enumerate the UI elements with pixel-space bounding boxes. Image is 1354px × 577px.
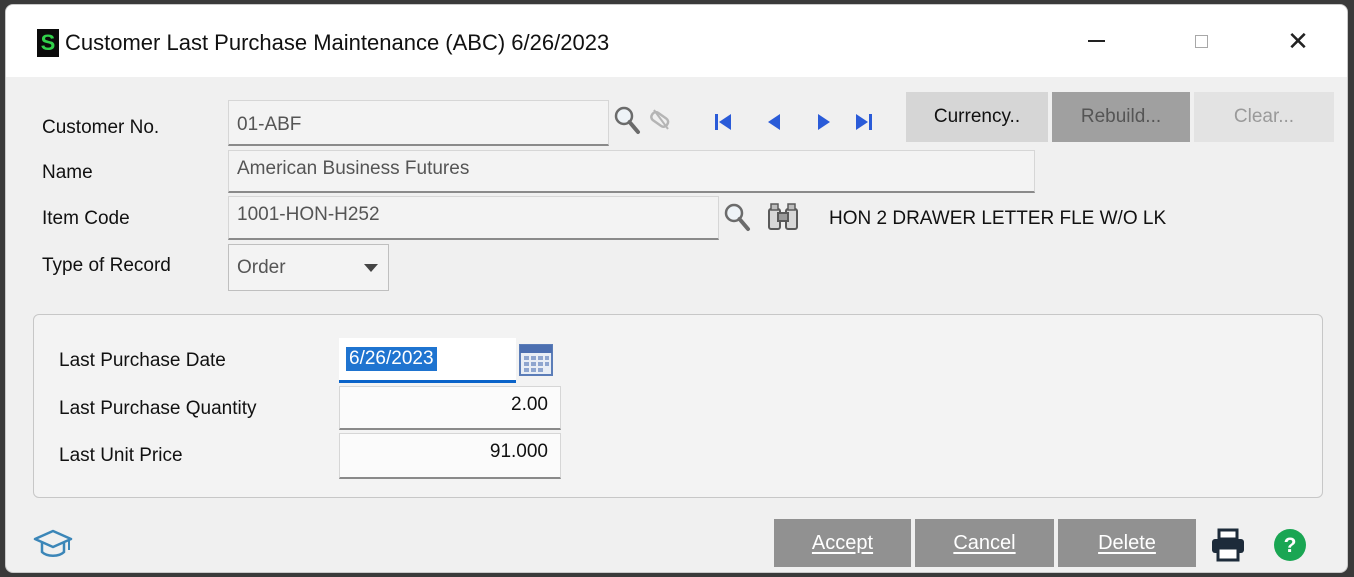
- minimize-icon: [1087, 40, 1105, 42]
- graduation-cap-icon[interactable]: [33, 528, 73, 560]
- customer-name-field: American Business Futures: [228, 150, 1035, 193]
- last-purchase-quantity-label: Last Purchase Quantity: [59, 398, 257, 419]
- last-purchase-date-label: Last Purchase Date: [59, 350, 226, 371]
- item-code-field[interactable]: 1001-HON-H252: [228, 196, 719, 240]
- maximize-button[interactable]: [1171, 19, 1231, 63]
- previous-record-icon[interactable]: [764, 111, 786, 133]
- customer-last-purchase-window: S Customer Last Purchase Maintenance (AB…: [5, 4, 1348, 573]
- minimize-button[interactable]: [1066, 19, 1126, 63]
- currency-button-label: Currency..: [933, 106, 1021, 127]
- rebuild-button-label: Rebuild...: [1080, 106, 1162, 127]
- cancel-button[interactable]: Cancel: [915, 519, 1054, 567]
- close-button[interactable]: ✕: [1268, 19, 1328, 63]
- currency-button[interactable]: Currency..: [906, 92, 1048, 142]
- last-purchase-quantity-field[interactable]: 2.00: [339, 386, 561, 430]
- clear-button-label: Clear...: [1233, 106, 1295, 127]
- lookup-icon[interactable]: [613, 105, 641, 135]
- binoculars-icon[interactable]: [766, 202, 800, 232]
- type-of-record-select[interactable]: Order: [228, 244, 389, 291]
- customer-no-label: Customer No.: [42, 117, 160, 138]
- help-icon[interactable]: ?: [1272, 527, 1308, 563]
- customer-no-field[interactable]: 01-ABF: [228, 100, 609, 146]
- last-record-icon[interactable]: [852, 111, 874, 133]
- last-purchase-date-value: 6/26/2023: [346, 347, 437, 371]
- last-purchase-date-field[interactable]: 6/26/2023: [339, 338, 516, 383]
- accept-button[interactable]: Accept: [774, 519, 911, 567]
- item-description: HON 2 DRAWER LETTER FLE W/O LK: [829, 208, 1167, 229]
- dropdown-arrow-icon: [364, 264, 378, 272]
- delete-button[interactable]: Delete: [1058, 519, 1196, 567]
- first-record-icon[interactable]: [713, 111, 735, 133]
- delete-button-label: Delete: [1098, 531, 1156, 554]
- title-bar: S Customer Last Purchase Maintenance (AB…: [6, 5, 1347, 77]
- type-of-record-label: Type of Record: [42, 255, 171, 276]
- maximize-icon: [1194, 34, 1208, 48]
- last-unit-price-field[interactable]: 91.000: [339, 433, 561, 479]
- cancel-button-label: Cancel: [953, 531, 1016, 554]
- calendar-icon[interactable]: [518, 341, 554, 377]
- type-of-record-value: Order: [237, 257, 286, 278]
- svg-text:?: ?: [1284, 534, 1297, 557]
- last-unit-price-label: Last Unit Price: [59, 445, 183, 466]
- window-title: Customer Last Purchase Maintenance (ABC)…: [65, 30, 610, 55]
- name-label: Name: [42, 162, 93, 183]
- item-lookup-icon[interactable]: [723, 202, 751, 232]
- item-code-label: Item Code: [42, 208, 130, 229]
- accept-button-label: Accept: [811, 531, 874, 554]
- record-link-icon[interactable]: [646, 107, 676, 135]
- next-record-icon[interactable]: [812, 111, 834, 133]
- app-logo-icon: S: [37, 29, 59, 57]
- rebuild-button: Rebuild...: [1052, 92, 1190, 142]
- printer-icon[interactable]: [1209, 528, 1247, 562]
- clear-button: Clear...: [1194, 92, 1334, 142]
